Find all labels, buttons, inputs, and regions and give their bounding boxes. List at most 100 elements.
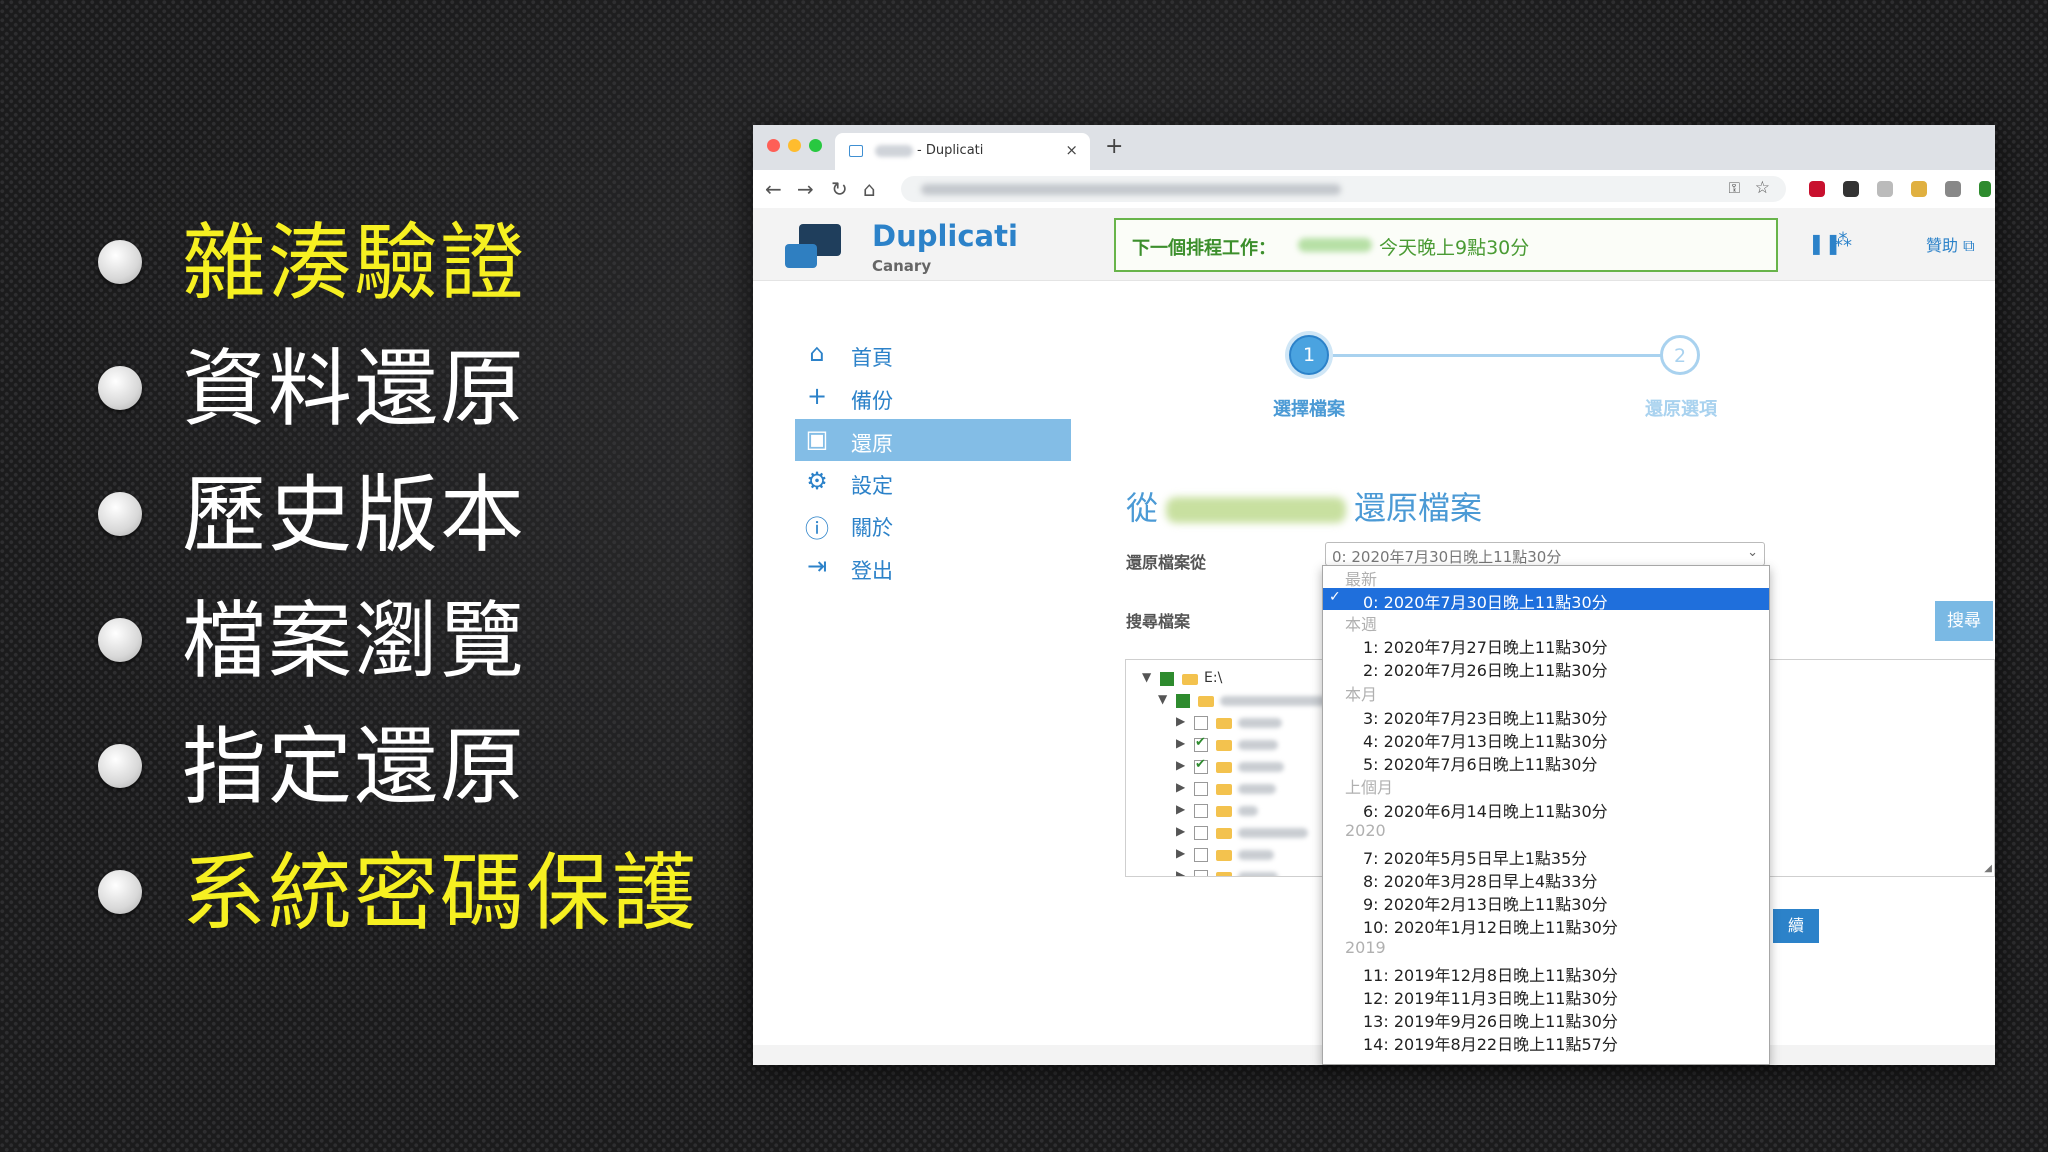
- extension-icon[interactable]: [1911, 181, 1927, 197]
- restore-from-label: 還原檔案從: [1126, 553, 1207, 572]
- home-icon[interactable]: ⌂: [863, 177, 876, 201]
- extension-icon[interactable]: [1843, 181, 1859, 197]
- expand-caret-icon[interactable]: ▶: [1176, 780, 1185, 794]
- expand-caret-icon[interactable]: ▶: [1176, 868, 1185, 876]
- tree-checkbox[interactable]: [1194, 848, 1208, 862]
- extension-icon[interactable]: [1945, 181, 1961, 197]
- tree-checkbox[interactable]: [1176, 694, 1190, 708]
- back-icon[interactable]: ←: [765, 177, 782, 201]
- sidebar-item-backup[interactable]: + 備份: [795, 376, 1071, 418]
- version-option[interactable]: 7: 2020年5月5日早上1點35分: [1323, 844, 1769, 868]
- bullet-text: 檔案瀏覽: [182, 592, 527, 690]
- step-1-label: 選擇檔案: [1273, 399, 1345, 420]
- chevron-down-icon: ⌄: [1747, 545, 1758, 560]
- version-option[interactable]: 6: 2020年6月14日晚上11點30分: [1323, 797, 1769, 821]
- version-option[interactable]: 10: 2020年1月12日晚上11點30分: [1323, 913, 1769, 937]
- expand-caret-icon[interactable]: ▼: [1158, 692, 1167, 706]
- password-key-icon[interactable]: ⚿: [1729, 179, 1740, 197]
- version-option[interactable]: 14: 2019年8月22日晚上11點57分: [1323, 1030, 1769, 1054]
- version-option[interactable]: 1: 2020年7月27日晚上11點30分: [1323, 633, 1769, 657]
- tree-checkbox-checked[interactable]: [1194, 735, 1208, 752]
- version-option[interactable]: 2: 2020年7月26日晚上11點30分: [1323, 656, 1769, 680]
- sidebar-item-about[interactable]: ⓘ 關於: [795, 503, 1071, 545]
- close-window-button[interactable]: [767, 139, 780, 152]
- continue-button[interactable]: 續: [1773, 909, 1819, 943]
- bullet-text: 資料還原: [182, 340, 527, 438]
- bullet-item: 資料還原: [98, 344, 738, 454]
- version-option[interactable]: 8: 2020年3月28日早上4點33分: [1323, 867, 1769, 891]
- minimize-window-button[interactable]: [788, 139, 801, 152]
- throttle-icon[interactable]: ⁂: [1834, 230, 1852, 251]
- search-button[interactable]: 搜尋: [1935, 601, 1993, 641]
- browser-toolbar: ← → ↻ ⌂ ⚿ ☆ ⋮: [753, 170, 1995, 209]
- sidebar-item-logout[interactable]: ⇥ 登出: [795, 546, 1071, 588]
- expand-caret-icon[interactable]: ▶: [1176, 758, 1185, 772]
- resize-handle-icon[interactable]: ◢: [1984, 863, 1992, 874]
- address-bar[interactable]: ⚿ ☆: [901, 176, 1786, 202]
- extension-icon[interactable]: [1877, 181, 1893, 197]
- brand-name[interactable]: Duplicati: [872, 219, 1018, 253]
- step-2-indicator[interactable]: 2: [1660, 335, 1700, 375]
- folder-icon: [1182, 674, 1198, 685]
- folder-icon: [1216, 850, 1232, 861]
- new-tab-button[interactable]: +: [1105, 134, 1123, 159]
- sidebar-item-settings[interactable]: ⚙ 設定: [795, 461, 1071, 503]
- version-option[interactable]: 13: 2019年9月26日晚上11點30分: [1323, 1007, 1769, 1031]
- blurred-url: [921, 184, 1341, 195]
- blurred-folder-name: [1238, 850, 1274, 860]
- bullet-dot-icon: [98, 240, 142, 284]
- bullet-item: 系統密碼保護: [98, 848, 738, 958]
- extension-icon[interactable]: [1979, 181, 1991, 197]
- step-1-indicator[interactable]: 1: [1289, 335, 1329, 375]
- schedule-label: 下一個排程工作：: [1132, 238, 1276, 259]
- version-dropdown-list[interactable]: 最新 ✓ 0: 2020年7月30日晚上11點30分 本週 1: 2020年7月…: [1322, 565, 1770, 1065]
- bookmark-star-icon[interactable]: ☆: [1755, 178, 1770, 198]
- release-channel: Canary: [872, 257, 932, 275]
- version-option[interactable]: 9: 2020年2月13日晚上11點30分: [1323, 890, 1769, 914]
- tree-checkbox[interactable]: [1194, 716, 1208, 730]
- restore-icon: ▣: [805, 425, 829, 453]
- group-header-latest: 最新: [1345, 570, 1378, 589]
- group-header-this-week: 本週: [1345, 615, 1378, 634]
- sidebar-item-restore[interactable]: ▣ 還原: [795, 419, 1071, 461]
- version-select[interactable]: 0: 2020年7月30日晚上11點30分 ⌄: [1325, 542, 1765, 566]
- version-option[interactable]: 12: 2019年11月3日晚上11點30分: [1323, 984, 1769, 1008]
- tree-checkbox[interactable]: [1194, 826, 1208, 840]
- version-option-selected[interactable]: ✓ 0: 2020年7月30日晚上11點30分: [1323, 588, 1769, 612]
- version-option-label: 14: 2019年8月22日晚上11點57分: [1363, 1035, 1618, 1054]
- duplicati-logo-icon: [785, 244, 817, 268]
- browser-tab[interactable]: - Duplicati ×: [835, 133, 1090, 170]
- tree-checkbox[interactable]: [1194, 870, 1208, 876]
- expand-caret-icon[interactable]: ▶: [1176, 714, 1185, 728]
- ublock-extension-icon[interactable]: [1809, 181, 1825, 197]
- bullet-text: 歷史版本: [182, 466, 527, 564]
- blurred-tab-text: [875, 145, 913, 157]
- gear-icon: ⚙: [806, 467, 828, 495]
- sidebar-item-home[interactable]: ⌂ 首頁: [795, 333, 1071, 375]
- version-option[interactable]: 3: 2020年7月23日晚上11點30分: [1323, 704, 1769, 728]
- expand-caret-icon[interactable]: ▶: [1176, 736, 1185, 750]
- tree-node-label: E:\: [1204, 670, 1223, 686]
- tree-checkbox[interactable]: [1194, 782, 1208, 796]
- version-option-label: 4: 2020年7月13日晚上11點30分: [1363, 732, 1608, 751]
- version-option[interactable]: 11: 2019年12月8日晚上11點30分: [1323, 961, 1769, 985]
- version-option-label: 2: 2020年7月26日晚上11點30分: [1363, 661, 1608, 680]
- forward-icon[interactable]: →: [797, 177, 814, 201]
- sidebar-item-label: 備份: [851, 389, 893, 413]
- expand-caret-icon[interactable]: ▶: [1176, 802, 1185, 816]
- tree-checkbox-checked[interactable]: [1194, 757, 1208, 774]
- expand-caret-icon[interactable]: ▶: [1176, 824, 1185, 838]
- tab-close-icon[interactable]: ×: [1065, 141, 1078, 159]
- expand-caret-icon[interactable]: ▼: [1142, 670, 1151, 684]
- maximize-window-button[interactable]: [809, 139, 822, 152]
- tree-checkbox[interactable]: [1194, 804, 1208, 818]
- version-option[interactable]: 5: 2020年7月6日晚上11點30分: [1323, 750, 1769, 774]
- expand-caret-icon[interactable]: ▶: [1176, 846, 1185, 860]
- bullet-text: 指定還原: [182, 718, 527, 816]
- reload-icon[interactable]: ↻: [831, 177, 848, 201]
- version-option[interactable]: 4: 2020年7月13日晚上11點30分: [1323, 727, 1769, 751]
- donate-link[interactable]: 贊助 ⧉: [1926, 232, 1975, 256]
- blurred-folder-name: [1238, 872, 1278, 876]
- home-icon: ⌂: [809, 339, 825, 367]
- tree-checkbox[interactable]: [1160, 672, 1174, 686]
